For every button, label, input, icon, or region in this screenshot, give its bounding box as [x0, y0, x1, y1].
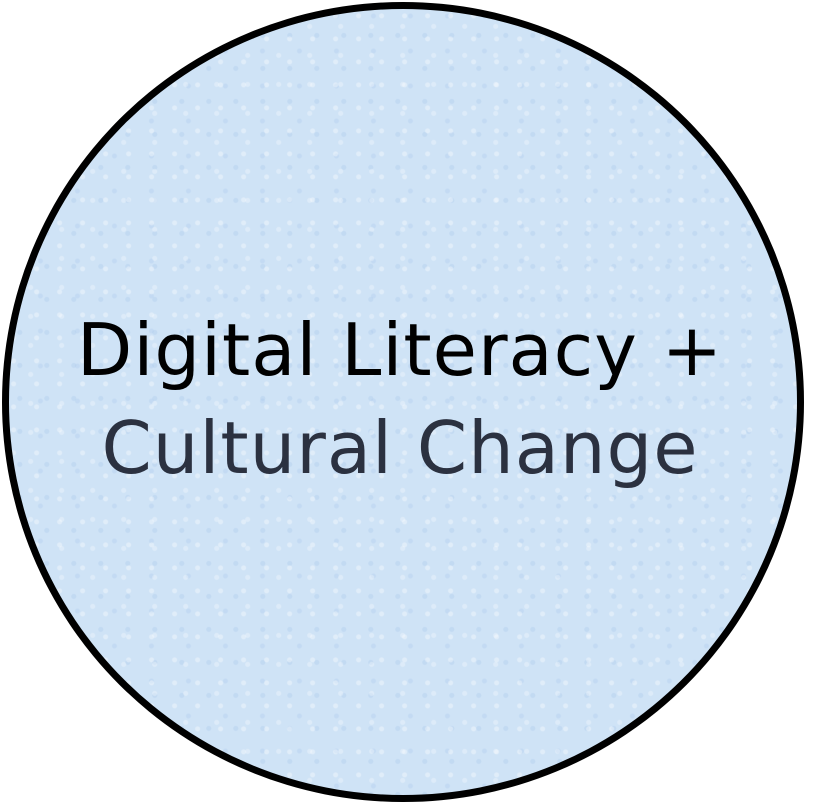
concept-label-line-2: Cultural Change: [101, 406, 699, 490]
concept-label-line-1: Digital Literacy +: [76, 308, 724, 392]
concept-circle: Digital Literacy + Cultural Change: [2, 2, 804, 802]
concept-label: Digital Literacy + Cultural Change: [77, 301, 723, 497]
